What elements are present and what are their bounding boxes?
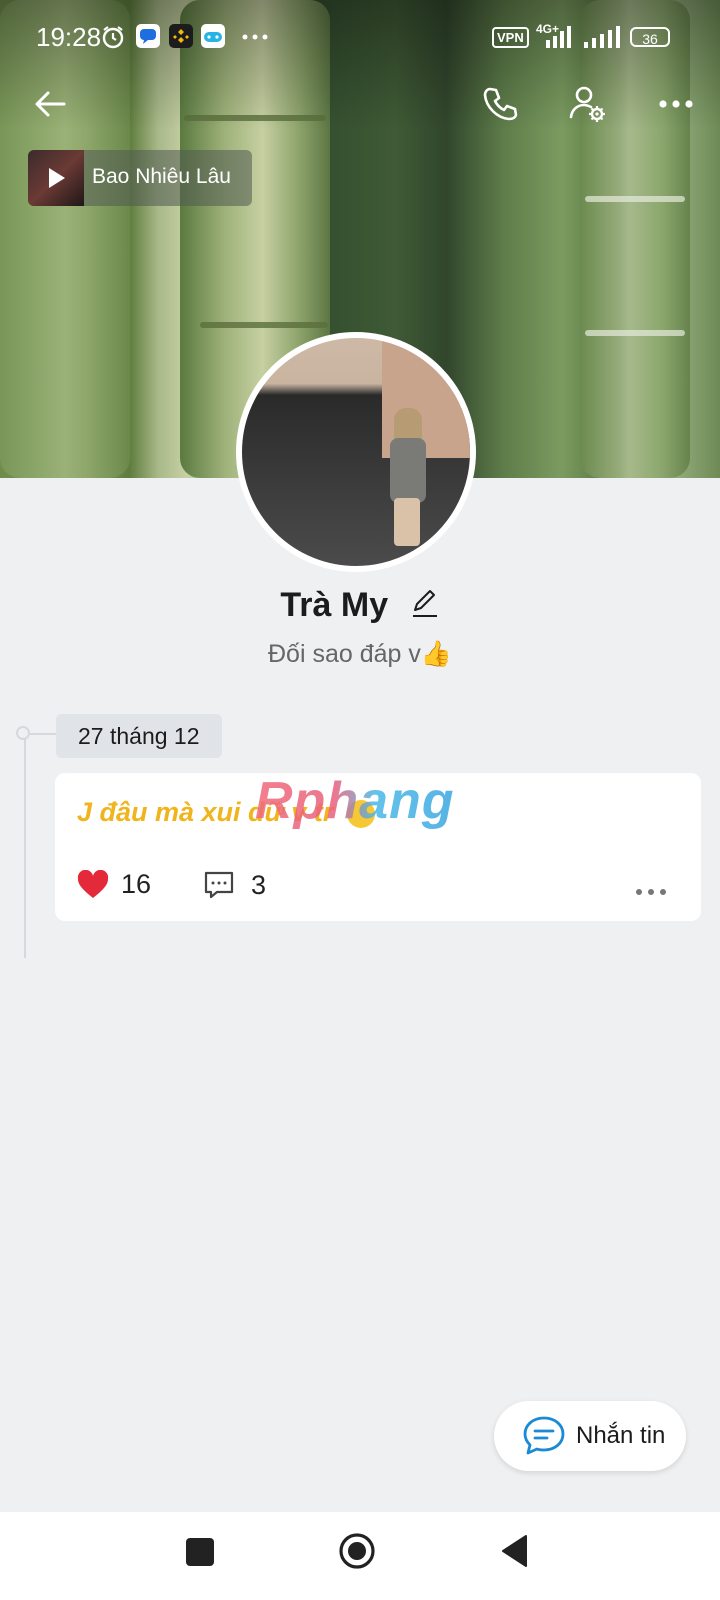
music-thumbnail: [28, 150, 84, 206]
timeline-post[interactable]: J đâu mà xui dữ v tr Rphang 16 3: [55, 772, 701, 921]
signal-icon: [584, 26, 620, 48]
bamboo-node: [200, 322, 328, 328]
bamboo-node: [585, 330, 685, 336]
watermark: Rphang: [255, 772, 455, 830]
photo-detail: [394, 498, 420, 546]
heart-icon: [77, 869, 109, 898]
play-icon: [49, 168, 65, 188]
profile-settings-button[interactable]: [564, 80, 612, 128]
back-triangle-icon: [502, 1535, 527, 1567]
recents-button[interactable]: [186, 1538, 214, 1566]
avatar[interactable]: [236, 332, 476, 572]
timeline-connector: [30, 733, 56, 735]
phone-icon: [483, 87, 518, 121]
signal-icon: [546, 26, 571, 48]
comment-icon: [204, 871, 234, 899]
timeline-line: [24, 730, 26, 958]
call-button[interactable]: [476, 80, 524, 128]
more-icon: [636, 889, 666, 895]
photo-detail: [394, 408, 422, 442]
profile-music-player[interactable]: Bao Nhiêu Lâu: [28, 150, 252, 206]
profile-name: Trà My: [280, 586, 389, 624]
comment-count: 3: [251, 869, 267, 900]
home-icon: [339, 1533, 375, 1569]
like-count: 16: [121, 869, 152, 899]
send-message-button[interactable]: Nhắn tin: [494, 1401, 686, 1471]
status-time: 19:28: [36, 22, 102, 52]
send-message-label: Nhắn tin: [576, 1422, 666, 1449]
edit-icon: [412, 589, 437, 617]
messages-app-icon: [136, 24, 160, 48]
profile-settings-icon: [569, 86, 605, 122]
bamboo-node: [585, 196, 685, 202]
profile-name-row: Trà My: [0, 586, 720, 627]
binance-app-icon: [169, 24, 193, 48]
back-button[interactable]: [26, 80, 74, 128]
profile-bio: Đối sao đáp v👍: [268, 640, 452, 668]
edit-name-button[interactable]: [410, 588, 440, 627]
status-bar: 19:28 VPN 4G+ 36: [0, 0, 720, 70]
timeline-date: 27 tháng 12: [56, 714, 222, 758]
system-nav-bar: [0, 1512, 720, 1600]
comment-button[interactable]: 3: [203, 869, 266, 901]
vpn-indicator: VPN: [492, 27, 529, 48]
message-icon: [523, 1416, 565, 1455]
more-notifications-icon: [242, 34, 268, 40]
back-arrow-icon: [35, 91, 66, 117]
timeline-dot: [16, 726, 30, 740]
music-title: Bao Nhiêu Lâu: [92, 165, 231, 188]
alarm-icon: [102, 26, 124, 49]
home-button[interactable]: [338, 1532, 376, 1575]
more-icon: [659, 100, 693, 108]
post-more-button[interactable]: [635, 883, 667, 901]
photo-detail: [390, 438, 426, 503]
game-app-icon: [201, 24, 225, 48]
back-nav-button[interactable]: [500, 1534, 528, 1573]
more-options-button[interactable]: [652, 80, 700, 128]
battery-indicator: 36: [630, 27, 670, 47]
like-button[interactable]: 16: [77, 869, 151, 900]
